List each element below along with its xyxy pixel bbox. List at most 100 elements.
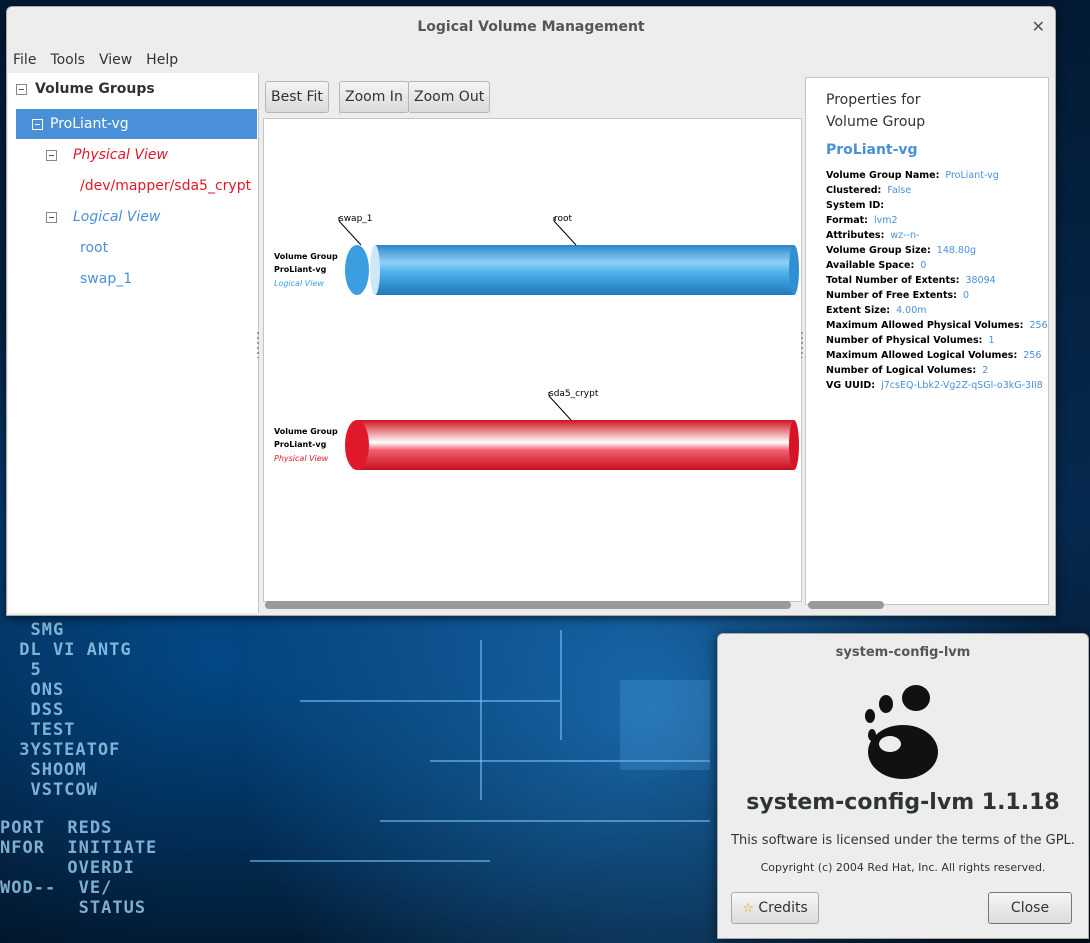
about-title: system-config-lvm — [835, 645, 971, 660]
property-key: Maximum Allowed Physical Volumes: — [826, 320, 1024, 331]
tree-item-root[interactable]: root — [8, 233, 258, 263]
property-key: Number of Physical Volumes: — [826, 335, 983, 346]
property-value: ProLiant-vg — [945, 170, 999, 181]
diagram-canvas[interactable]: Volume Group ProLiant-vg Logical View sw… — [263, 118, 802, 602]
swap-leader-line — [338, 220, 362, 246]
tree-label: Volume Groups — [35, 81, 155, 97]
close-icon[interactable]: ✕ — [1032, 7, 1045, 47]
property-key: System ID: — [826, 200, 885, 211]
tree-item-physical-view[interactable]: Physical View — [8, 140, 258, 170]
lv-group-name: ProLiant-vg — [274, 265, 327, 274]
property-value: False — [887, 185, 912, 196]
property-value: 4.00m — [896, 305, 927, 316]
main-window: Logical Volume Management ✕ File Tools Vie… — [6, 6, 1056, 616]
property-key: Volume Group Size: — [826, 245, 931, 256]
pv-view-label: Physical View — [274, 454, 329, 463]
about-app-name: system-config-lvm 1.1.18 — [746, 790, 1060, 815]
zoom-out-button[interactable]: Zoom Out — [408, 81, 491, 113]
property-row: System ID: — [826, 200, 890, 211]
canvas-scrollbar[interactable] — [265, 601, 791, 609]
about-copyright: Copyright (c) 2004 Red Hat, Inc. All rig… — [760, 861, 1046, 874]
property-row: Volume Group Name: ProLiant-vg — [826, 170, 999, 181]
lv-cylinder-cap — [345, 245, 369, 295]
lv-label-root: root — [554, 214, 573, 224]
tree-label: Logical View — [73, 209, 161, 225]
star-icon: ☆ — [742, 901, 754, 916]
credits-label: Credits — [758, 900, 808, 916]
pv-label-sda5: sda5_crypt — [549, 389, 599, 399]
tree-item-sda5-crypt[interactable]: /dev/mapper/sda5_crypt — [8, 171, 258, 201]
pv-group-name: ProLiant-vg — [274, 440, 327, 449]
property-value: 1 — [988, 335, 995, 346]
desktop-text-bottom: PORT REDS NFOR INITIATE OVERDI WOD-- VE/… — [0, 818, 158, 918]
tree-item-swap-1[interactable]: swap_1 — [8, 264, 258, 294]
property-row: Format: lvm2 — [826, 215, 898, 226]
property-key: VG UUID: — [826, 380, 876, 391]
pv-cylinder-body[interactable] — [357, 420, 794, 470]
collapse-icon[interactable] — [46, 212, 57, 223]
menu-view[interactable]: View — [92, 47, 139, 73]
property-value: 148.80g — [936, 245, 977, 256]
lv-segment-divider — [370, 245, 380, 295]
collapse-icon[interactable] — [46, 150, 57, 161]
property-key: Available Space: — [826, 260, 915, 271]
property-value: 0 — [920, 260, 927, 271]
menu-help[interactable]: Help — [139, 47, 185, 73]
properties-heading: Properties for — [826, 92, 921, 108]
tree-label: swap_1 — [80, 271, 133, 287]
property-value: wz--n- — [890, 230, 920, 241]
pv-group-label: Volume Group — [274, 427, 338, 436]
property-key: Attributes: — [826, 230, 885, 241]
titlebar: Logical Volume Management ✕ — [7, 7, 1055, 45]
tree-item-proliant-vg[interactable]: ProLiant-vg — [16, 109, 257, 139]
tree-label: ProLiant-vg — [50, 116, 129, 132]
lv-cylinder-body[interactable] — [357, 245, 794, 295]
lv-label-swap: swap_1 — [339, 214, 373, 224]
property-row: Attributes: wz--n- — [826, 230, 919, 241]
property-row: Number of Physical Volumes: 1 — [826, 335, 994, 346]
lv-view-label: Logical View — [274, 279, 324, 288]
property-row: Extent Size: 4.00m — [826, 305, 927, 316]
property-key: Total Number of Extents: — [826, 275, 960, 286]
best-fit-button[interactable]: Best Fit — [265, 81, 329, 113]
property-value: 0 — [962, 290, 969, 301]
property-key: Maximum Allowed Logical Volumes: — [826, 350, 1018, 361]
menubar: File Tools View Help — [7, 47, 1055, 73]
desktop-text-top: SMG DL VI ANTG 5 ONS DSS TEST 3YSTEATOF … — [19, 620, 132, 800]
tree-label: /dev/mapper/sda5_crypt — [80, 178, 252, 194]
menu-tools[interactable]: Tools — [43, 47, 92, 73]
tree-item-volume-groups[interactable]: Volume Groups — [8, 74, 258, 104]
lv-group-label: Volume Group — [274, 252, 338, 261]
property-key: Volume Group Name: — [826, 170, 940, 181]
about-dialog: system-config-lvm system-config-lvm 1.1.… — [717, 633, 1089, 939]
property-key: Extent Size: — [826, 305, 891, 316]
properties-scrollbar[interactable] — [808, 601, 884, 609]
property-row: Maximum Allowed Physical Volumes: 256 — [826, 320, 1048, 331]
lv-cylinder-end — [789, 245, 799, 295]
zoom-in-button[interactable]: Zoom In — [339, 81, 409, 113]
tree-label: Physical View — [73, 147, 168, 163]
collapse-icon[interactable] — [32, 119, 43, 130]
property-row: VG UUID: j7csEQ-Lbk2-Vg2Z-qSGl-o3kG-3II8 — [826, 380, 1043, 391]
pane-grip-right[interactable] — [801, 332, 803, 358]
volume-diagram: Volume Group ProLiant-vg Logical View sw… — [274, 214, 799, 470]
property-value: 256 — [1023, 350, 1042, 361]
close-button[interactable]: Close — [988, 892, 1072, 924]
property-row: Volume Group Size: 148.80g — [826, 245, 976, 256]
menu-file[interactable]: File — [7, 47, 43, 73]
pane-grip-left[interactable] — [257, 332, 259, 358]
tree-label: root — [80, 240, 109, 256]
property-row: Clustered: False — [826, 185, 911, 196]
property-value: 2 — [982, 365, 989, 376]
gnome-foot-icon — [865, 685, 938, 779]
property-row: Available Space: 0 — [826, 260, 926, 271]
tree-item-logical-view[interactable]: Logical View — [8, 202, 258, 232]
property-value: 256 — [1029, 320, 1048, 331]
properties-subheading: Volume Group — [826, 114, 926, 130]
credits-button[interactable]: ☆ Credits — [731, 892, 819, 924]
property-key: Number of Free Extents: — [826, 290, 957, 301]
pv-cylinder-end — [789, 420, 799, 470]
property-row: Number of Logical Volumes: 2 — [826, 365, 988, 376]
collapse-icon[interactable] — [16, 84, 27, 95]
property-key: Number of Logical Volumes: — [826, 365, 977, 376]
